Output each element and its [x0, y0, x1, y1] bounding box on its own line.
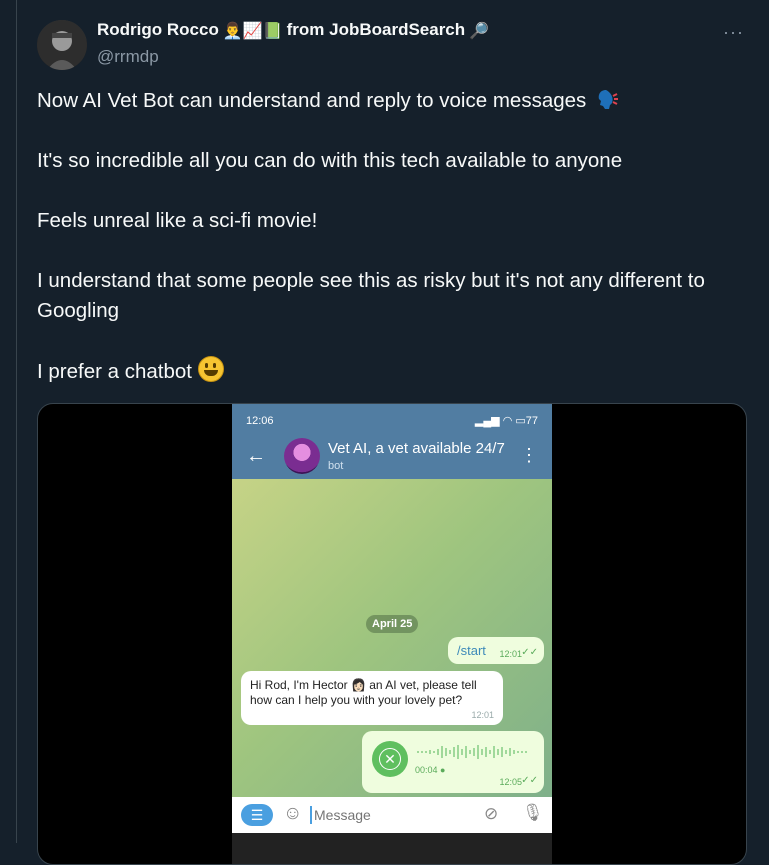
tweet-paragraph: Now AI Vet Bot can understand and reply … [37, 86, 749, 116]
author-name-suffix: from JobBoardSearch [286, 20, 466, 39]
phone-status-bar: 12:06 ▂▄▆ ◠ ▭77 [232, 404, 552, 437]
tweet-media[interactable]: 12:06 ▂▄▆ ◠ ▭77 ← Vet AI, a vet availabl… [37, 403, 747, 865]
speaking-head-icon [599, 90, 619, 109]
voice-cancel-icon: ✕ [372, 741, 408, 777]
message-input-bar: ☰ ☺ ⊘ 🎙 [232, 797, 552, 833]
name-emojis: 👨‍💼📈📗 [222, 20, 283, 40]
tweet-paragraph: I understand that some people see this a… [37, 269, 705, 322]
chat-subtitle: bot [328, 460, 344, 472]
author-avatar[interactable] [37, 20, 87, 70]
more-options-icon[interactable]: ··· [723, 22, 744, 43]
microphone-icon: 🎙 [522, 803, 544, 822]
message-input [310, 806, 476, 824]
author-name[interactable]: Rodrigo Rocco [97, 20, 219, 40]
bot-avatar [284, 438, 320, 474]
kebab-menu-icon: ⋮ [520, 445, 538, 465]
paperclip-icon: ⊘ [484, 804, 499, 823]
chat-header: ← Vet AI, a vet available 24/7 bot ⋮ [232, 437, 552, 479]
chat-background: April 25 /start 12:01 ✓✓ Hi Rod, I'm Hec… [232, 479, 552, 797]
message-voice: ✕ 00:04 ● 12:05 ✓✓ [362, 731, 544, 793]
author-handle[interactable]: @rrmdp [97, 47, 159, 67]
menu-icon: ☰ [241, 804, 273, 826]
magnifier-icon: 🔎 [469, 20, 490, 40]
emoji-icon: ☺ [283, 803, 303, 824]
avatar-image [37, 20, 87, 70]
author-name-row[interactable]: Rodrigo Rocco 👨‍💼📈📗 from JobBoardSearch … [97, 20, 489, 40]
phone-screenshot: 12:06 ▂▄▆ ◠ ▭77 ← Vet AI, a vet availabl… [232, 404, 552, 864]
message-text: Hi Rod, I'm Hector 👩🏻 an AI vet, please … [250, 678, 477, 707]
message-time: 12:01 [499, 649, 522, 659]
status-time: 12:06 [246, 414, 274, 427]
message-time: 12:01 [471, 710, 494, 720]
status-icons: ▂▄▆ ◠ ▭77 [474, 415, 538, 427]
tweet-paragraph: I prefer a chatbot [37, 356, 749, 387]
message-bot-reply: Hi Rod, I'm Hector 👩🏻 an AI vet, please … [241, 671, 503, 725]
tweet-paragraph: It's so incredible all you can do with t… [37, 149, 623, 172]
tweet-card[interactable]: Rodrigo Rocco 👨‍💼📈📗 from JobBoardSearch … [16, 0, 769, 865]
read-ticks-icon: ✓✓ [521, 647, 538, 658]
message-start: /start 12:01 ✓✓ [448, 637, 544, 664]
android-nav-bar [232, 833, 552, 864]
message-text: /start [457, 643, 486, 658]
tweet-paragraph: Feels unreal like a sci-fi movie! [37, 209, 318, 232]
back-arrow-icon: ← [246, 445, 266, 467]
waveform [417, 745, 527, 759]
voice-duration: 00:04 ● [415, 765, 446, 775]
read-ticks-icon: ✓✓ [521, 775, 538, 786]
tweet-text: Now AI Vet Bot can understand and reply … [37, 86, 749, 417]
message-time: 12:05 [499, 777, 522, 787]
chat-title: Vet AI, a vet available 24/7 [328, 440, 505, 457]
grinning-face-icon [197, 356, 224, 382]
date-pill: April 25 [366, 615, 419, 633]
